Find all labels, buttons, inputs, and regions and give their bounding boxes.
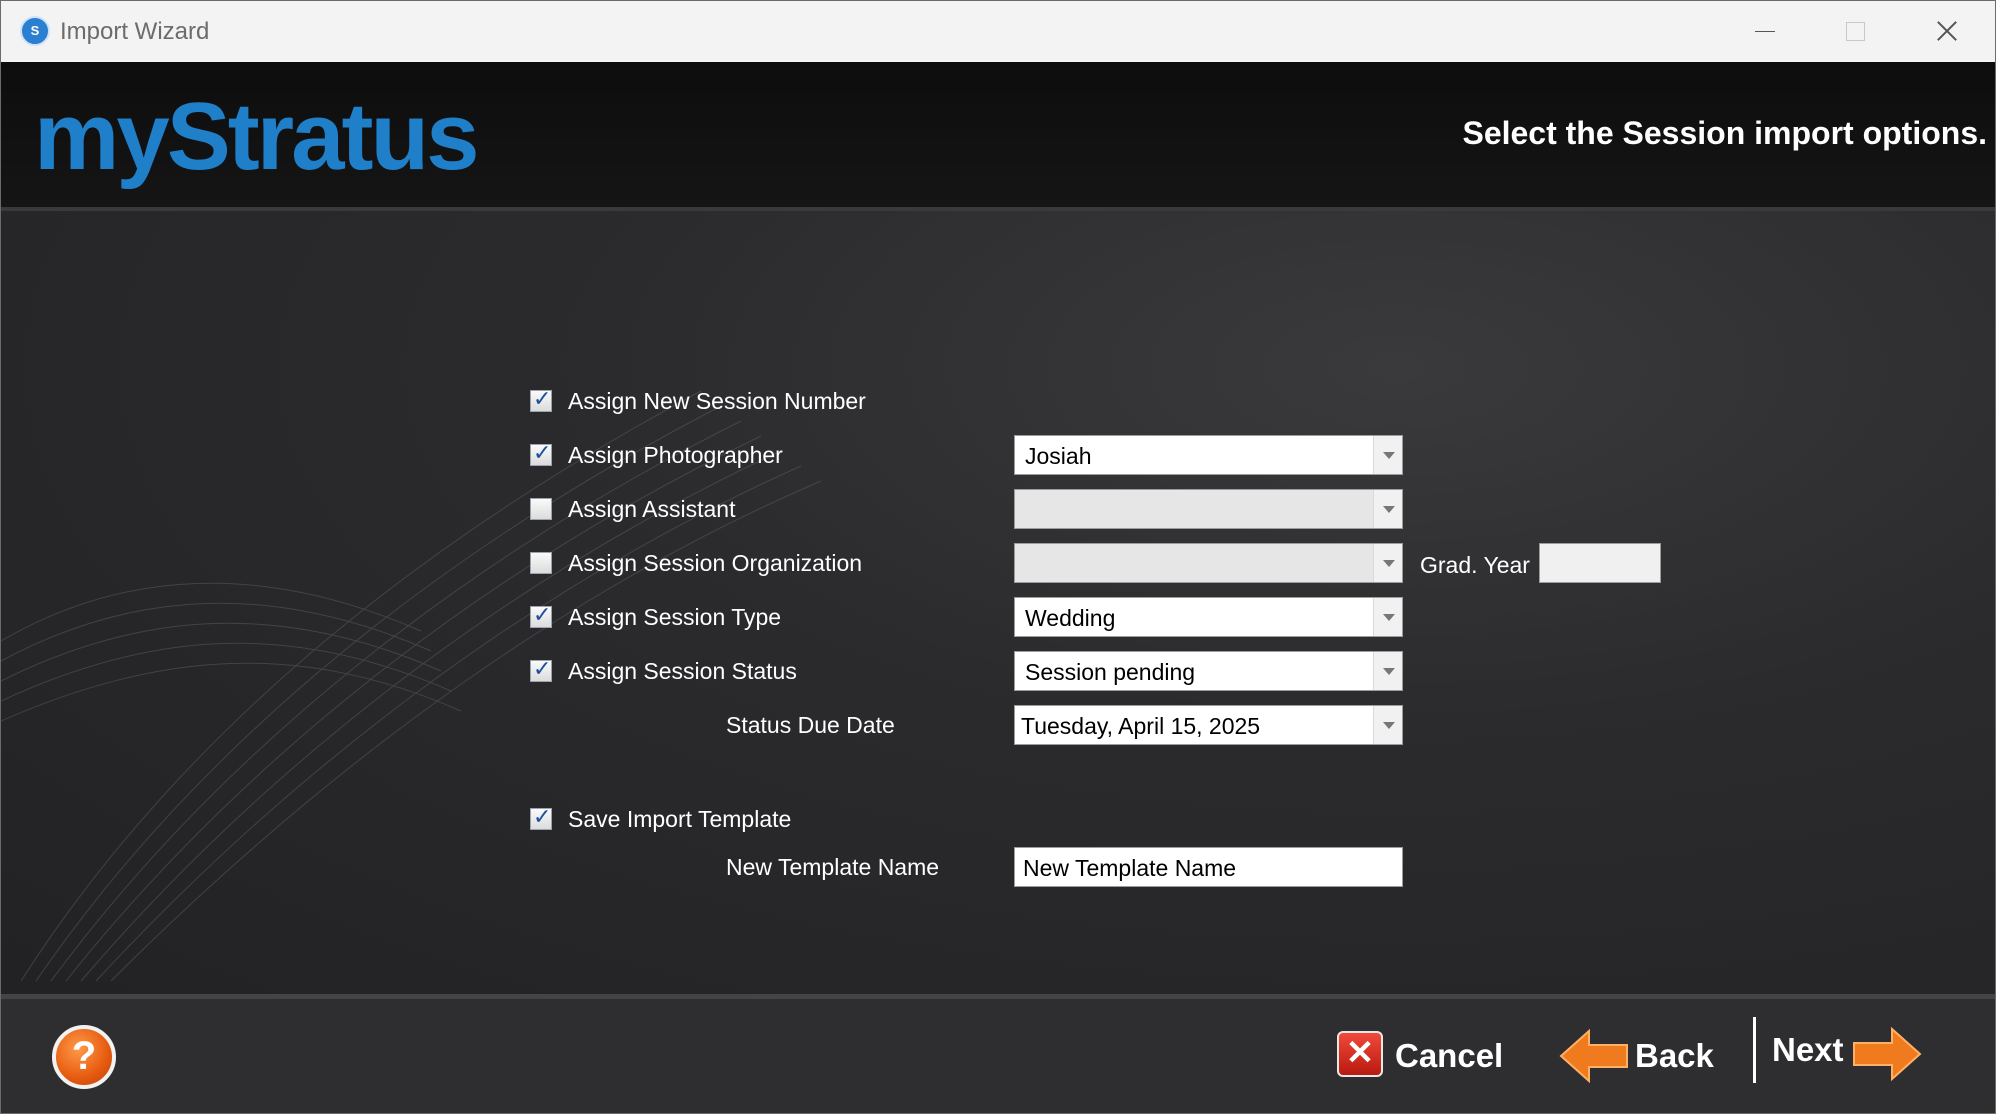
arrow-left-icon	[1559, 1028, 1628, 1084]
cancel-button[interactable]: ✕ Cancel	[1337, 1031, 1517, 1081]
assign-session-type-checkbox[interactable]	[530, 603, 552, 628]
wizard-header: myStratus Select the Session import opti…	[1, 62, 1995, 211]
minimize-button[interactable]	[1721, 1, 1809, 62]
assign-assistant-label: Assign Assistant	[568, 496, 736, 522]
mystratus-logo: myStratus	[34, 83, 479, 190]
arrow-right-icon	[1853, 1026, 1922, 1082]
chevron-down-icon[interactable]	[1373, 598, 1402, 636]
assign-assistant-checkbox[interactable]	[530, 498, 552, 520]
back-label: Back	[1635, 1037, 1714, 1074]
chevron-down-icon[interactable]	[1373, 544, 1402, 582]
options-panel: Assign New Session Number Assign Photogr…	[1, 211, 1995, 994]
assistant-dropdown[interactable]	[1014, 489, 1403, 529]
session-organization-dropdown[interactable]	[1014, 543, 1403, 583]
session-type-value: Wedding	[1025, 605, 1116, 631]
assign-session-type-label: Assign Session Type	[568, 604, 782, 630]
back-button[interactable]: Back	[1559, 1027, 1719, 1085]
grad-year-input[interactable]	[1539, 543, 1661, 583]
assign-photographer-label: Assign Photographer	[568, 442, 783, 468]
save-import-template-label: Save Import Template	[568, 806, 792, 832]
save-import-template-checkbox[interactable]	[530, 805, 552, 830]
window-title: Import Wizard	[60, 18, 210, 45]
chevron-down-icon[interactable]	[1373, 436, 1402, 474]
next-button[interactable]: Next	[1753, 1017, 1926, 1083]
close-window-button[interactable]	[1901, 1, 1989, 62]
chevron-down-icon[interactable]	[1373, 652, 1402, 690]
assign-session-status-label: Assign Session Status	[568, 658, 797, 684]
assign-session-organization-checkbox[interactable]	[530, 552, 552, 574]
session-status-value: Session pending	[1025, 659, 1196, 685]
import-wizard-window: S Import Wizard myStratus Select the Ses…	[0, 0, 1996, 1114]
new-template-name-value: New Template Name	[1023, 855, 1237, 881]
status-due-date-value: Tuesday, April 15, 2025	[1021, 713, 1261, 739]
assign-new-session-number-label: Assign New Session Number	[568, 388, 866, 414]
cancel-label: Cancel	[1395, 1037, 1504, 1074]
help-button[interactable]: ?	[52, 1025, 116, 1089]
app-icon: S	[20, 16, 50, 46]
assign-session-status-checkbox[interactable]	[530, 657, 552, 682]
assign-new-session-number-checkbox[interactable]	[530, 387, 552, 412]
assign-session-organization-label: Assign Session Organization	[568, 550, 863, 576]
chevron-down-icon[interactable]	[1373, 490, 1402, 528]
next-label: Next	[1772, 1031, 1844, 1068]
assign-photographer-checkbox[interactable]	[530, 441, 552, 466]
title-bar: S Import Wizard	[1, 1, 1995, 62]
session-status-dropdown[interactable]: Session pending	[1014, 651, 1403, 691]
maximize-button[interactable]	[1811, 1, 1899, 62]
session-type-dropdown[interactable]: Wedding	[1014, 597, 1403, 637]
new-template-name-label: New Template Name	[726, 854, 940, 880]
photographer-value: Josiah	[1025, 443, 1092, 469]
photographer-dropdown[interactable]: Josiah	[1014, 435, 1403, 475]
chevron-down-icon[interactable]	[1373, 706, 1402, 744]
grad-year-label: Grad. Year	[1420, 552, 1530, 578]
new-template-name-input[interactable]: New Template Name	[1014, 847, 1403, 887]
wizard-footer: ? ✕ Cancel Back Next	[1, 994, 1995, 1113]
step-instruction: Select the Session import options.	[1462, 115, 1987, 151]
close-x-icon: ✕	[1337, 1031, 1383, 1077]
background-swirl-decoration	[1, 390, 822, 982]
status-due-date-label: Status Due Date	[726, 712, 895, 738]
status-due-date-picker[interactable]: Tuesday, April 15, 2025	[1014, 705, 1403, 745]
